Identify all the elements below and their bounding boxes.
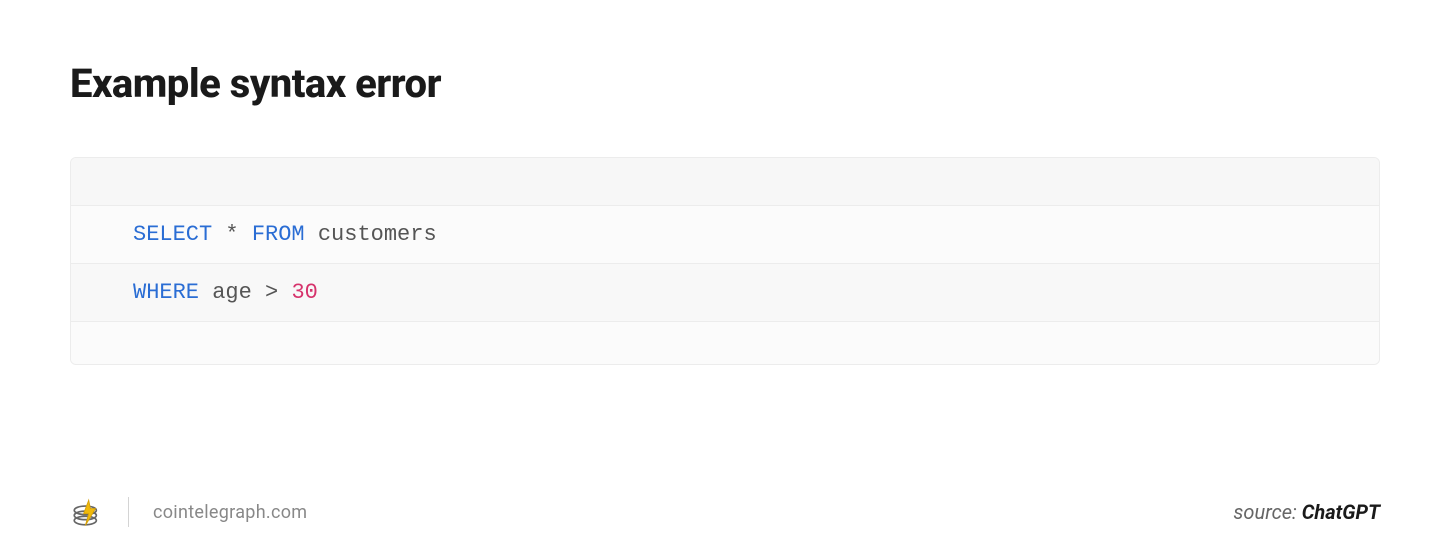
code-footer [71,322,1379,364]
code-line-2: WHERE age > 30 [71,264,1379,322]
footer: cointelegraph.com source: ChatGPT [70,467,1380,529]
code-text: age > [199,280,291,305]
code-line-1: SELECT * FROM customers [71,206,1379,264]
keyword-from: FROM [252,222,305,247]
source-label: source: [1233,500,1301,524]
code-text: * [212,222,252,247]
code-text: customers [305,222,437,247]
footer-left: cointelegraph.com [70,495,307,529]
code-header [71,158,1379,206]
page-title: Example syntax error [70,60,1380,107]
source-credit: source: ChatGPT [1233,500,1380,524]
logo-icon [70,495,104,529]
source-name: ChatGPT [1302,500,1380,524]
keyword-select: SELECT [133,222,212,247]
number-literal: 30 [291,280,317,305]
site-label: cointelegraph.com [153,502,307,523]
code-block: SELECT * FROM customers WHERE age > 30 [70,157,1380,365]
divider [128,497,129,527]
keyword-where: WHERE [133,280,199,305]
